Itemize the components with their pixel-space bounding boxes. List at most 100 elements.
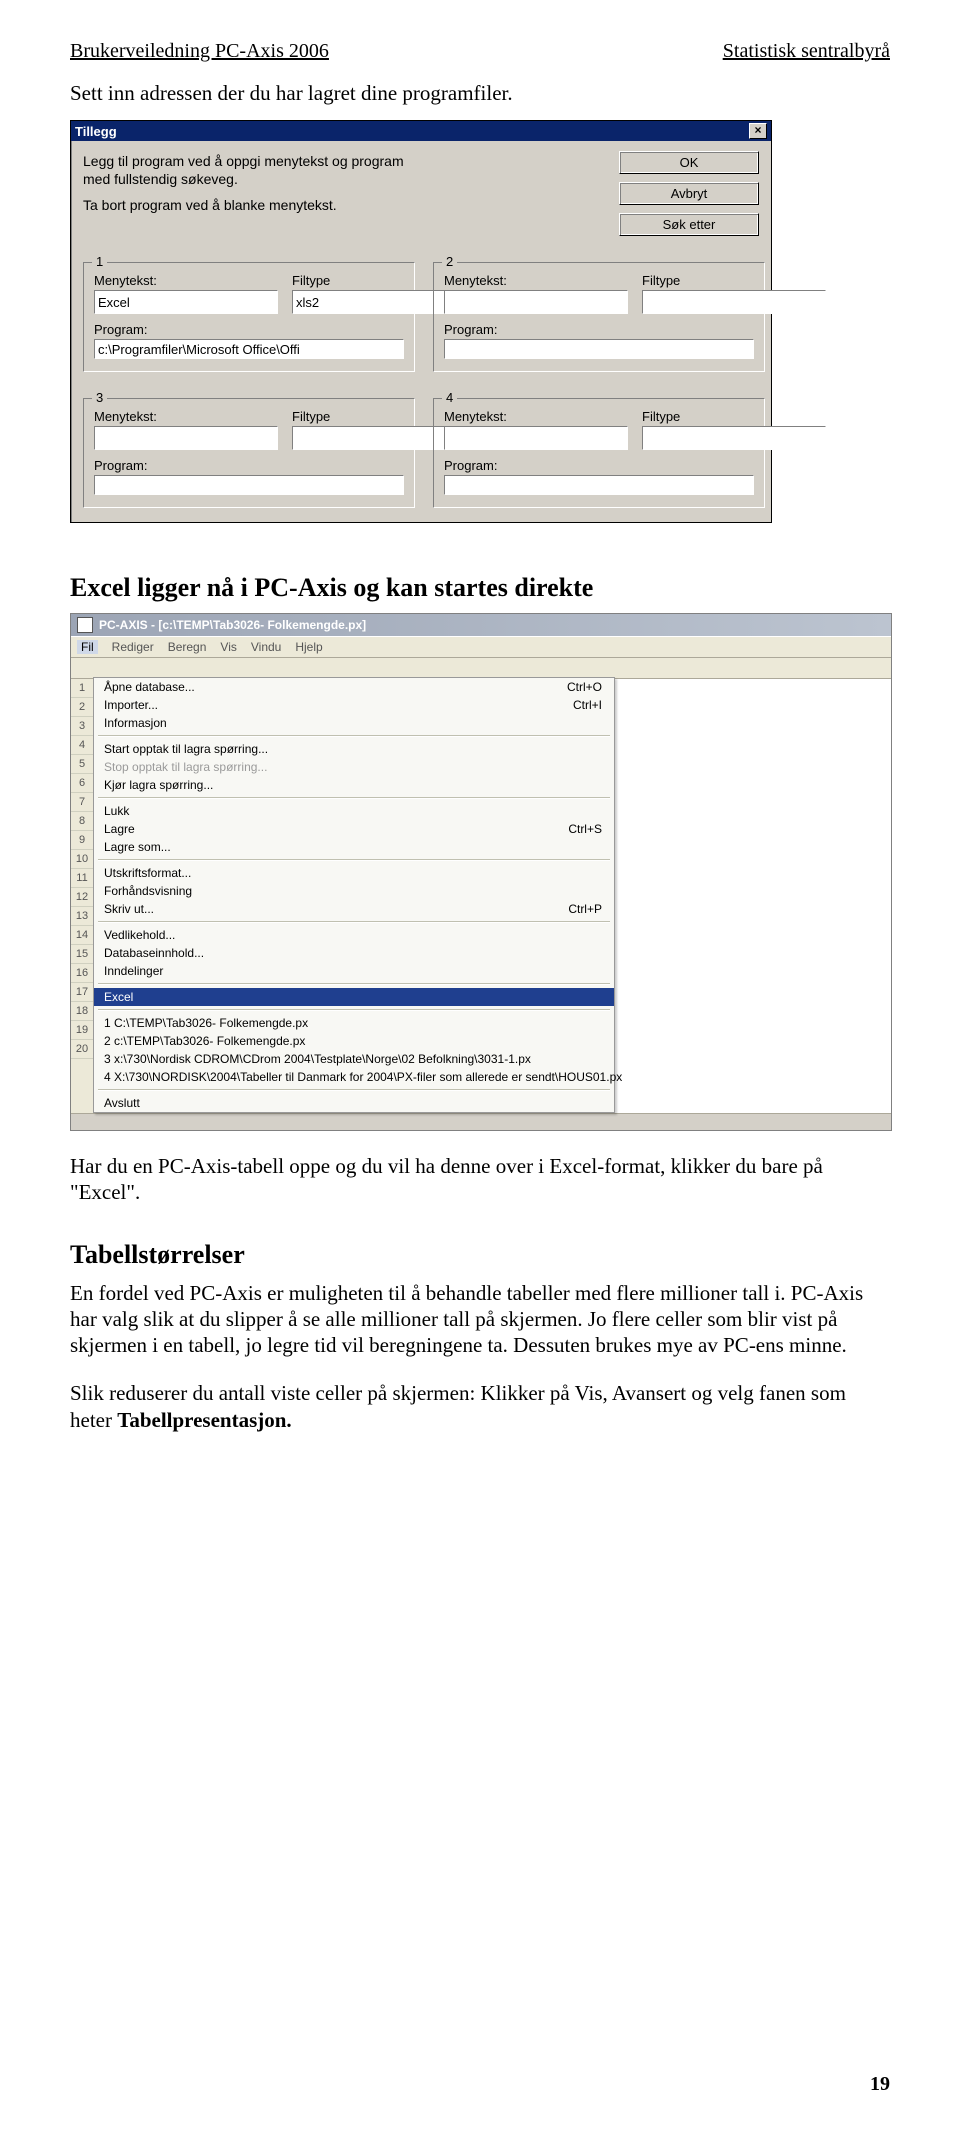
menu-item-shortcut: Ctrl+P <box>528 900 602 918</box>
menu-hjelp[interactable]: Hjelp <box>295 640 322 654</box>
file-menu-dropdown: Åpne database...Ctrl+OImporter...Ctrl+II… <box>93 677 615 1113</box>
program-input-1[interactable] <box>94 339 404 359</box>
menu-rediger[interactable]: Rediger <box>112 640 154 654</box>
menutext-label: Menytekst: <box>444 409 628 424</box>
para2-bold: Tabellpresentasjon. <box>117 1408 291 1432</box>
row-number: 4 <box>71 736 93 755</box>
filetype-input-4[interactable] <box>642 426 826 450</box>
menu-item[interactable]: Excel <box>94 988 614 1006</box>
menu-item[interactable]: Start opptak til lagra spørring... <box>94 740 614 758</box>
program-label: Program: <box>444 458 754 473</box>
row-number: 17 <box>71 983 93 1002</box>
cancel-button[interactable]: Avbryt <box>619 182 759 205</box>
row-number: 14 <box>71 926 93 945</box>
menu-item[interactable]: 2 c:\TEMP\Tab3026- Folkemengde.px <box>94 1032 614 1050</box>
menu-item-shortcut: Ctrl+I <box>533 696 602 714</box>
row-number: 15 <box>71 945 93 964</box>
menu-vindu[interactable]: Vindu <box>251 640 281 654</box>
menubar: Fil Rediger Beregn Vis Vindu Hjelp <box>71 636 891 658</box>
header-right: Statistisk sentralbyrå <box>723 40 890 63</box>
menu-item[interactable]: 3 x:\730\Nordisk CDROM\CDrom 2004\Testpl… <box>94 1050 614 1068</box>
menu-item: Stop opptak til lagra spørring... <box>94 758 614 776</box>
program-label: Program: <box>94 458 404 473</box>
row-number: 11 <box>71 869 93 888</box>
row-number: 13 <box>71 907 93 926</box>
menu-item[interactable]: Databaseinnhold... <box>94 944 614 962</box>
section-paragraph-1: En fordel ved PC-Axis er muligheten til … <box>70 1280 890 1359</box>
menu-item-label: Åpne database... <box>104 678 195 696</box>
menu-item[interactable]: Informasjon <box>94 714 614 732</box>
row-number: 5 <box>71 755 93 774</box>
running-header: Brukerveiledning PC-Axis 2006 Statistisk… <box>70 40 890 63</box>
menu-item[interactable]: Kjør lagra spørring... <box>94 776 614 794</box>
menu-item[interactable]: LagreCtrl+S <box>94 820 614 838</box>
menu-item[interactable]: Forhåndsvisning <box>94 882 614 900</box>
menu-item[interactable]: Utskriftsformat... <box>94 864 614 882</box>
program-input-2[interactable] <box>444 339 754 359</box>
status-bar <box>71 1113 891 1130</box>
header-left: Brukerveiledning PC-Axis 2006 <box>70 40 329 63</box>
app-icon <box>77 617 93 633</box>
filetype-input-2[interactable] <box>642 290 826 314</box>
dialog-description: Legg til program ved å oppgi menytekst o… <box>83 151 404 236</box>
menu-item[interactable]: Avslutt <box>94 1094 614 1112</box>
menu-item[interactable]: Lagre som... <box>94 838 614 856</box>
ok-button[interactable]: OK <box>619 151 759 174</box>
menutext-input-1[interactable] <box>94 290 278 314</box>
after-menu-paragraph: Har du en PC-Axis-tabell oppe og du vil … <box>70 1153 890 1206</box>
menu-fil[interactable]: Fil <box>77 640 98 654</box>
menu-item-shortcut: Ctrl+O <box>527 678 602 696</box>
toolbar <box>71 658 891 679</box>
menu-item[interactable]: Skriv ut...Ctrl+P <box>94 900 614 918</box>
group-legend: 2 <box>442 254 457 269</box>
tillegg-dialog: Tillegg × Legg til program ved å oppgi m… <box>70 120 772 523</box>
group-3: 3 Menytekst: Filtype Program: <box>83 398 415 508</box>
row-number: 3 <box>71 717 93 736</box>
section-heading: Tabellstørrelser <box>70 1240 890 1270</box>
menu-separator <box>98 1009 610 1011</box>
row-number: 6 <box>71 774 93 793</box>
pcaxis-window: PC-AXIS - [c:\TEMP\Tab3026- Folkemengde.… <box>70 613 892 1131</box>
browse-button[interactable]: Søk etter <box>619 213 759 236</box>
program-input-3[interactable] <box>94 475 404 495</box>
dialog-title: Tillegg <box>75 124 117 139</box>
row-number: 10 <box>71 850 93 869</box>
menu-item[interactable]: Importer...Ctrl+I <box>94 696 614 714</box>
menu-item[interactable]: Åpne database... Ctrl+O <box>94 678 614 696</box>
program-input-4[interactable] <box>444 475 754 495</box>
menu-vis[interactable]: Vis <box>220 640 236 654</box>
group-1: 1 Menytekst: Filtype Program: <box>83 262 415 372</box>
menu-item-shortcut: Ctrl+S <box>528 820 602 838</box>
menu-item-label: Excel <box>104 988 133 1006</box>
group-2: 2 Menytekst: Filtype Program: <box>433 262 765 372</box>
menutext-label: Menytekst: <box>444 273 628 288</box>
close-icon[interactable]: × <box>749 123 767 139</box>
menutext-input-2[interactable] <box>444 290 628 314</box>
mid-heading: Excel ligger nå i PC-Axis og kan startes… <box>70 573 890 603</box>
group-legend: 4 <box>442 390 457 405</box>
menu-item[interactable]: Inndelinger <box>94 962 614 980</box>
menu-separator <box>98 983 610 985</box>
filetype-label: Filtype <box>642 273 826 288</box>
menu-item[interactable]: 4 X:\730\NORDISK\2004\Tabeller til Danma… <box>94 1068 614 1086</box>
menu-beregn[interactable]: Beregn <box>168 640 207 654</box>
dialog-desc-line: Legg til program ved å oppgi menytekst o… <box>83 153 404 169</box>
group-legend: 1 <box>92 254 107 269</box>
row-number: 16 <box>71 964 93 983</box>
row-number: 7 <box>71 793 93 812</box>
menutext-input-4[interactable] <box>444 426 628 450</box>
menu-item[interactable]: Lukk <box>94 802 614 820</box>
menu-separator <box>98 859 610 861</box>
menu-item-label: Stop opptak til lagra spørring... <box>104 758 267 776</box>
dialog-desc-line: Ta bort program ved å blanke menytekst. <box>83 197 404 213</box>
menu-item-label: 2 c:\TEMP\Tab3026- Folkemengde.px <box>104 1032 305 1050</box>
menu-item[interactable]: Vedlikehold... <box>94 926 614 944</box>
menu-item-label: Avslutt <box>104 1094 140 1112</box>
menu-item-label: Informasjon <box>104 714 167 732</box>
menu-item-label: Vedlikehold... <box>104 926 175 944</box>
menu-item[interactable]: 1 C:\TEMP\Tab3026- Folkemengde.px <box>94 1014 614 1032</box>
row-number: 9 <box>71 831 93 850</box>
row-numbers: 1234567891011121314151617181920 <box>71 679 94 1113</box>
menutext-input-3[interactable] <box>94 426 278 450</box>
menu-separator <box>98 797 610 799</box>
